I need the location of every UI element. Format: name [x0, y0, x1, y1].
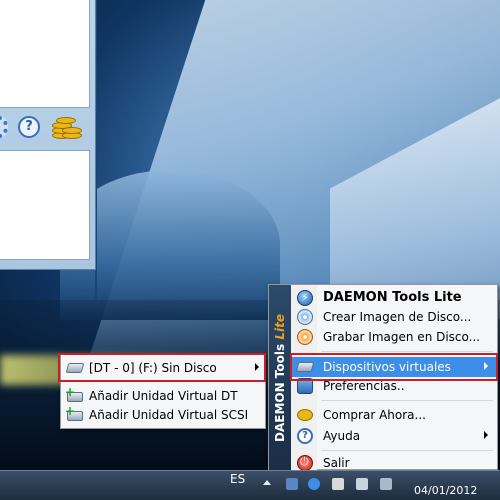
exit-icon	[297, 455, 313, 471]
help-icon: ?	[297, 428, 313, 444]
menu-separator	[321, 351, 493, 352]
menu-item-label: DAEMON Tools Lite	[323, 290, 462, 305]
chevron-right-icon	[484, 362, 488, 370]
disc-image-icon	[297, 309, 313, 325]
app-window-toolbar: ?	[0, 112, 90, 144]
menu-item-preferences[interactable]: Preferencias..	[291, 376, 497, 396]
menu-separator	[87, 381, 261, 382]
brand-name: DAEMON Tools	[273, 343, 287, 442]
virtual-devices-submenu: [DT - 0] (F:) Sin Disco Añadir Unidad Vi…	[60, 353, 266, 429]
submenu-item-drive-f[interactable]: [DT - 0] (F:) Sin Disco	[63, 358, 263, 378]
submenu-item-label: Añadir Unidad Virtual SCSI	[89, 408, 249, 422]
menu-item-label: Preferencias..	[323, 379, 405, 393]
app-window-bottom-pane	[0, 150, 90, 260]
menu-separator	[321, 450, 493, 451]
submenu-item-label: [DT - 0] (F:) Sin Disco	[89, 361, 217, 375]
preferences-icon	[297, 378, 313, 394]
submenu-item-add-scsi[interactable]: Añadir Unidad Virtual SCSI	[63, 404, 263, 425]
submenu-item-add-dt[interactable]: Añadir Unidad Virtual DT	[63, 385, 263, 406]
virtual-drive-icon	[295, 362, 315, 372]
menu-item-daemon-tools[interactable]: DAEMON Tools Lite	[291, 288, 497, 308]
menu-separator	[321, 400, 493, 401]
gear-icon[interactable]	[0, 116, 8, 138]
clock-date[interactable]: 04/01/2012	[414, 484, 477, 497]
menu-item-label: Salir	[323, 456, 350, 470]
chevron-right-icon	[484, 431, 488, 439]
power-icon[interactable]	[380, 478, 392, 490]
volume-icon[interactable]	[356, 478, 368, 490]
daemon-tools-tray-icon[interactable]	[308, 478, 320, 490]
show-hidden-icons-arrow-icon[interactable]	[263, 480, 271, 485]
coins-icon[interactable]	[50, 114, 82, 142]
brand-vertical-text: DAEMON Tools Lite	[269, 298, 291, 458]
menu-item-buy-now[interactable]: Comprar Ahora...	[291, 405, 497, 425]
add-drive-icon	[65, 404, 83, 421]
menu-item-create-image[interactable]: Crear Imagen de Disco...	[291, 307, 497, 327]
tray-flag-icon[interactable]	[286, 478, 298, 490]
help-icon[interactable]: ?	[18, 116, 40, 138]
brand-strip: DAEMON Tools Lite	[269, 285, 291, 471]
app-window: ?	[0, 0, 96, 270]
coins-icon	[297, 409, 313, 421]
menu-item-virtual-devices[interactable]: Dispositivos virtuales	[291, 357, 497, 377]
submenu-item-label: Añadir Unidad Virtual DT	[89, 389, 238, 403]
brand-edition: Lite	[273, 314, 287, 340]
menu-item-burn-image[interactable]: Grabar Imagen en Disco...	[291, 327, 497, 347]
add-drive-icon	[65, 385, 83, 402]
virtual-drive-icon	[65, 363, 85, 373]
language-indicator[interactable]: ES	[230, 472, 245, 486]
burn-disc-icon	[297, 329, 313, 345]
chevron-right-icon	[255, 363, 259, 371]
menu-item-label: Comprar Ahora...	[323, 408, 426, 422]
daemon-tools-tray-menu: DAEMON Tools Lite DAEMON Tools Lite Crea…	[268, 284, 498, 471]
menu-item-label: Grabar Imagen en Disco...	[323, 330, 481, 344]
menu-item-label: Crear Imagen de Disco...	[323, 310, 472, 324]
menu-item-help[interactable]: ? Ayuda	[291, 426, 497, 446]
daemon-tools-icon	[297, 290, 313, 306]
app-window-top-pane	[0, 0, 90, 108]
menu-item-label: Dispositivos virtuales	[323, 360, 451, 374]
menu-item-label: Ayuda	[323, 429, 361, 443]
network-icon[interactable]	[332, 478, 344, 490]
